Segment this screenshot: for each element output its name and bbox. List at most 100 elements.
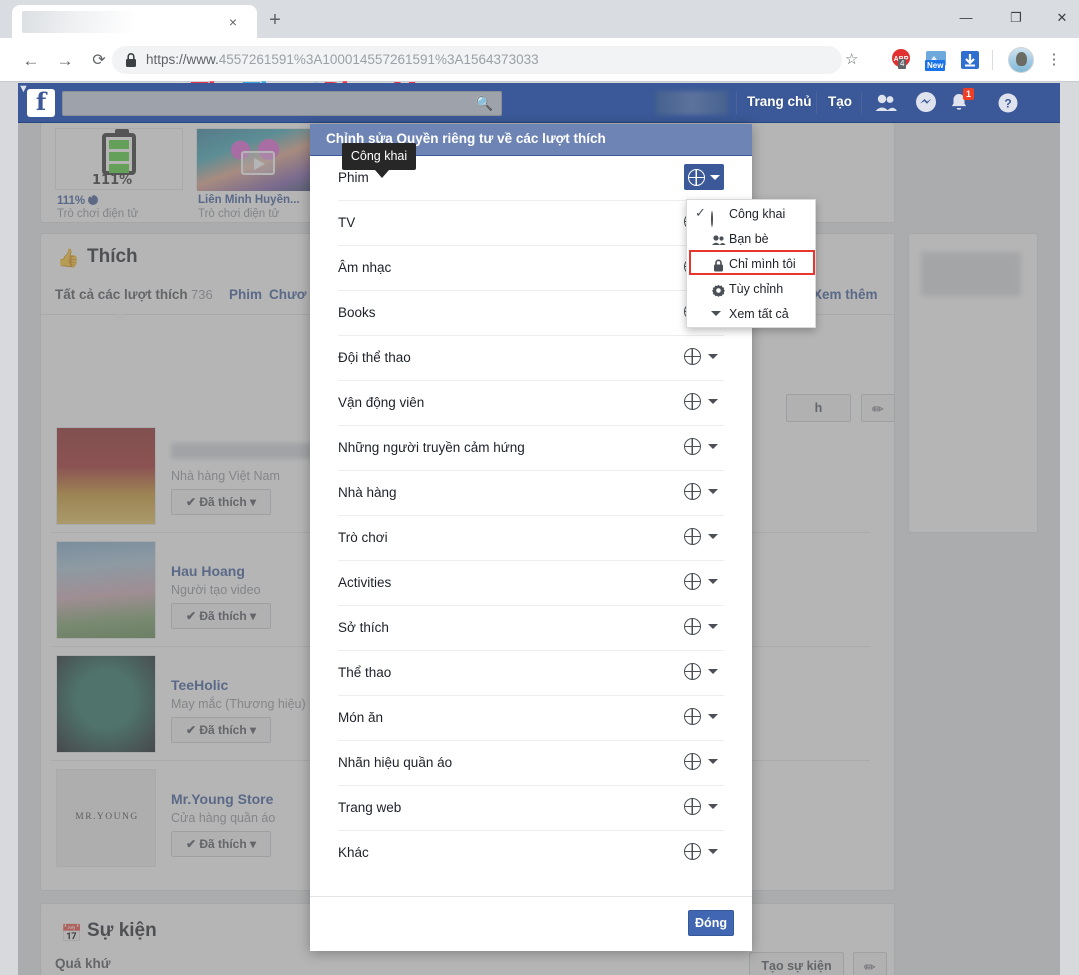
privacy-selector-button[interactable] [684,705,724,729]
privacy-selector-button[interactable] [684,660,724,684]
address-bar[interactable]: https://www.4557261591%3A100014557261591… [112,46,842,74]
menu-item-cong-khai[interactable]: ✓ Công khai [687,202,815,227]
window-maximize-button[interactable]: ❐ [994,3,1038,33]
avatar-image [1016,52,1027,66]
window-close-button[interactable]: ✕ [1040,3,1079,33]
chevron-down-icon [708,354,718,359]
svg-text:?: ? [1004,97,1011,111]
globe-icon [684,573,701,590]
profile-name-blurred[interactable] [656,91,728,115]
privacy-row-label: Activities [338,575,392,590]
privacy-selector-button[interactable] [684,164,724,190]
facebook-logo[interactable]: f [27,89,55,117]
globe-icon [684,663,701,680]
nav-home-link[interactable]: Trang chủ [747,94,812,109]
lock-icon [711,257,726,272]
privacy-row-label: Những người truyền cảm hứng [338,440,525,455]
privacy-row-label: Nhãn hiệu quần áo [338,755,453,770]
url-text: https://www.4557261591%3A100014557261591… [146,52,539,67]
notification-badge: 1 [963,88,975,100]
privacy-dropdown-menu: ✓ Công khai Bạn bè Chỉ mình tôi Tùy chỉn… [686,199,816,328]
menu-item-chi-minh-toi[interactable]: Chỉ mình tôi [687,252,815,277]
privacy-selector-button[interactable] [684,480,724,504]
chevron-down-icon [708,579,718,584]
privacy-row: Món ăn [338,696,724,741]
privacy-selector-button[interactable] [684,390,724,414]
chevron-down-icon [708,534,718,539]
privacy-selector-button[interactable] [684,795,724,819]
reload-icon[interactable]: ⟳ [86,48,112,74]
chevron-down-icon [708,759,718,764]
chrome-menu-icon[interactable]: ⋮ [1044,48,1064,74]
chevron-down-icon [710,175,720,180]
friends-icon[interactable] [873,91,899,115]
privacy-row: TV [338,201,724,246]
tab-title-blurred [22,11,134,33]
new-tab-button[interactable]: + [262,8,288,34]
globe-icon [684,708,701,725]
messenger-icon[interactable] [914,91,940,115]
privacy-row: Activities [338,561,724,606]
menu-item-ban-be[interactable]: Bạn bè [687,227,815,252]
globe-icon [684,393,701,410]
dialog-footer: Đóng [310,896,752,951]
help-icon[interactable]: ? [996,91,1022,115]
globe-icon [684,528,701,545]
privacy-row-label: Khác [338,845,369,860]
chevron-down-icon [708,444,718,449]
caret-down-icon [711,311,726,326]
search-input[interactable]: 🔍 [62,91,502,116]
toolbar-divider [992,50,993,70]
browser-toolbar: ← → ⟳ https://www.4557261591%3A100014557… [0,38,1079,108]
privacy-row: Trò chơi [338,516,724,561]
privacy-selector-button[interactable] [684,750,724,774]
privacy-selector-button[interactable] [684,435,724,459]
privacy-row: Trang web [338,786,724,831]
window-minimize-button[interactable]: — [944,3,988,33]
privacy-row: Thể thao [338,651,724,696]
privacy-selector-button[interactable] [684,570,724,594]
privacy-row: Nhãn hiệu quần áo [338,741,724,786]
privacy-row: Nhà hàng [338,471,724,516]
globe-icon [711,207,726,227]
globe-icon [684,798,701,815]
tab-strip: × + — ❐ ✕ [0,0,1079,38]
screenshot-extension-icon[interactable]: New [924,48,948,72]
privacy-row-label: Trò chơi [338,530,388,545]
privacy-selector-button[interactable] [684,345,724,369]
adblock-extension-icon[interactable]: ABP 4 [890,48,914,72]
menu-item-label: Công khai [729,207,786,221]
nav-create-link[interactable]: Tạo [828,94,852,109]
nav-divider [861,92,862,114]
back-icon[interactable]: ← [18,48,44,74]
privacy-row-label: TV [338,215,356,230]
privacy-row-label: Books [338,305,376,320]
forward-icon[interactable]: → [52,48,78,74]
privacy-row-label: Âm nhạc [338,260,392,275]
privacy-row: Đội thể thao [338,336,724,381]
nav-divider [736,92,737,114]
lock-icon [126,53,136,67]
privacy-selector-button[interactable] [684,840,724,864]
privacy-row: Âm nhạc [338,246,724,291]
privacy-selector-button[interactable] [684,615,724,639]
privacy-selector-button[interactable] [684,525,724,549]
privacy-row: Sở thích [338,606,724,651]
browser-tab[interactable]: × [12,5,257,38]
globe-icon [684,438,701,455]
profile-avatar-button[interactable] [1008,47,1034,73]
globe-icon [684,348,701,365]
privacy-row-label: Sở thích [338,620,389,635]
close-icon[interactable]: × [224,13,242,31]
menu-item-xem-tat-ca[interactable]: Xem tất cả [687,302,815,327]
bookmark-star-icon[interactable]: ☆ [845,50,858,68]
chevron-down-icon [708,489,718,494]
menu-item-tuy-chinh[interactable]: Tùy chỉnh [687,277,815,302]
privacy-row: Khác [338,831,724,876]
nav-divider [816,92,817,114]
privacy-row-label: Đội thể thao [338,350,411,365]
download-extension-icon[interactable] [958,48,982,72]
close-button[interactable]: Đóng [688,910,734,936]
notifications-bell-icon[interactable]: 1 [947,88,975,115]
chevron-down-icon [708,624,718,629]
